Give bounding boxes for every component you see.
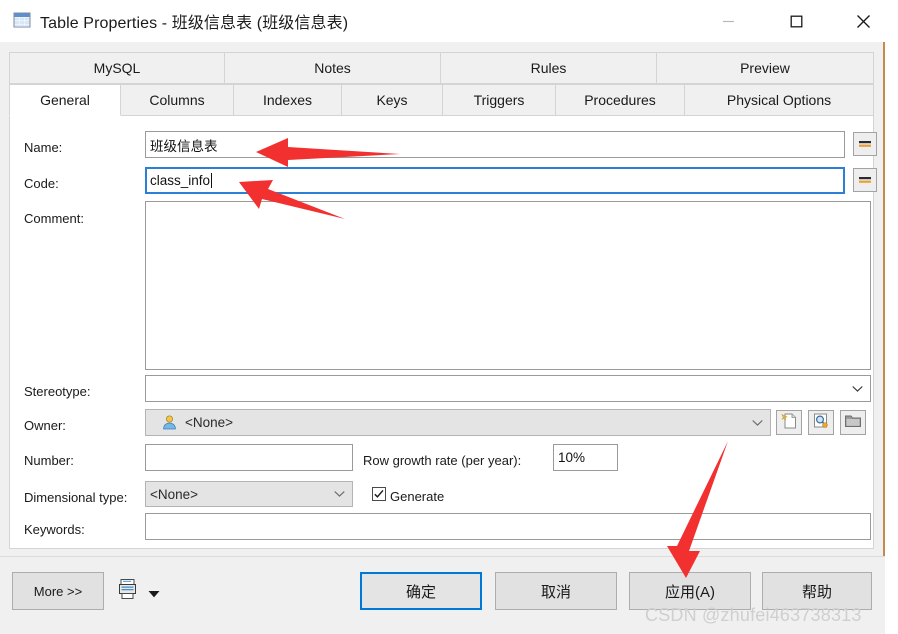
tab-general[interactable]: General bbox=[9, 84, 121, 116]
new-object-icon bbox=[780, 412, 798, 433]
code-equals-button[interactable] bbox=[853, 168, 877, 192]
tab-label: General bbox=[40, 92, 90, 108]
tab-physical-options[interactable]: Physical Options bbox=[685, 84, 874, 116]
text-caret bbox=[211, 173, 213, 188]
close-button[interactable] bbox=[840, 0, 886, 42]
tab-preview[interactable]: Preview bbox=[657, 52, 874, 84]
table-icon bbox=[13, 11, 31, 29]
tab-label: Preview bbox=[740, 60, 790, 76]
chevron-down-icon bbox=[752, 419, 763, 426]
apply-button-label: 应用(A) bbox=[665, 583, 715, 601]
tab-label: Columns bbox=[149, 92, 205, 108]
tab-procedures[interactable]: Procedures bbox=[556, 84, 685, 116]
window-title: Table Properties - 班级信息表 (班级信息表) bbox=[40, 15, 349, 32]
name-input-value: 班级信息表 bbox=[150, 138, 218, 154]
row-growth-value: 10% bbox=[558, 450, 586, 465]
open-object-icon bbox=[844, 412, 862, 433]
tab-keys[interactable]: Keys bbox=[342, 84, 443, 116]
chevron-down-icon bbox=[334, 491, 345, 497]
name-equals-button[interactable] bbox=[853, 132, 877, 156]
equals-icon bbox=[859, 177, 871, 183]
tab-label: MySQL bbox=[93, 60, 141, 76]
csdn-watermark: CSDN @zhufei463738313 bbox=[645, 605, 862, 625]
more-button[interactable]: More >> bbox=[12, 572, 104, 610]
title-bar: Table Properties - 班级信息表 (班级信息表) bbox=[0, 0, 885, 42]
cancel-button[interactable]: 取消 bbox=[495, 572, 617, 610]
code-input-value: class_info bbox=[150, 173, 211, 188]
tab-row-bottom: General Columns Indexes Keys Triggers Pr… bbox=[9, 84, 874, 116]
ok-button-label: 确定 bbox=[405, 583, 436, 601]
help-button-label: 帮助 bbox=[801, 583, 832, 601]
dimensional-type-combo[interactable]: <None> bbox=[145, 481, 353, 507]
owner-value: <None> bbox=[185, 415, 234, 430]
name-label: Name: bbox=[24, 140, 63, 155]
code-label: Code: bbox=[24, 176, 59, 191]
window-right-gutter bbox=[887, 0, 898, 633]
tab-notes[interactable]: Notes bbox=[225, 52, 441, 84]
row-growth-label: Row growth rate (per year): bbox=[363, 453, 522, 468]
name-input[interactable]: 班级信息表 bbox=[145, 131, 845, 158]
tab-row-top: MySQL Notes Rules Preview bbox=[9, 52, 874, 84]
comment-label: Comment: bbox=[24, 211, 84, 226]
chevron-down-icon bbox=[852, 385, 863, 392]
generate-label: Generate bbox=[390, 489, 445, 504]
keywords-label: Keywords: bbox=[24, 522, 85, 537]
tab-triggers[interactable]: Triggers bbox=[443, 84, 556, 116]
tab-label: Keys bbox=[376, 92, 408, 108]
tab-indexes[interactable]: Indexes bbox=[234, 84, 342, 116]
tab-columns[interactable]: Columns bbox=[121, 84, 234, 116]
comment-textarea[interactable] bbox=[145, 201, 871, 370]
row-growth-input[interactable]: 10% bbox=[553, 444, 618, 471]
minimize-button[interactable] bbox=[705, 0, 751, 42]
tab-label: Procedures bbox=[584, 92, 656, 108]
tab-label: Physical Options bbox=[726, 92, 832, 108]
user-icon bbox=[162, 415, 177, 430]
more-button-label: More >> bbox=[33, 583, 83, 599]
maximize-icon bbox=[790, 15, 803, 28]
number-label: Number: bbox=[24, 453, 74, 468]
generate-checkbox[interactable] bbox=[372, 487, 386, 501]
chevron-down-icon[interactable] bbox=[148, 586, 160, 598]
ok-button[interactable]: 确定 bbox=[360, 572, 482, 610]
owner-combo[interactable]: <None> bbox=[145, 409, 771, 436]
dimensional-type-value: <None> bbox=[150, 486, 199, 502]
tab-strip: MySQL Notes Rules Preview General Column… bbox=[9, 52, 874, 116]
close-icon bbox=[856, 14, 871, 29]
keywords-input[interactable] bbox=[145, 513, 871, 540]
table-properties-dialog: Table Properties - 班级信息表 (班级信息表) MySQL N… bbox=[0, 0, 885, 634]
owner-label: Owner: bbox=[24, 418, 66, 433]
code-input[interactable]: class_info bbox=[145, 167, 845, 194]
tab-label: Notes bbox=[314, 60, 351, 76]
equals-icon bbox=[859, 141, 871, 147]
dimensional-type-label: Dimensional type: bbox=[24, 490, 128, 505]
owner-new-button[interactable] bbox=[776, 410, 802, 435]
minimize-icon bbox=[722, 15, 735, 28]
check-icon bbox=[374, 489, 384, 498]
tab-mysql[interactable]: MySQL bbox=[9, 52, 225, 84]
owner-open-button[interactable] bbox=[840, 410, 866, 435]
number-input[interactable] bbox=[145, 444, 353, 471]
tab-label: Indexes bbox=[262, 92, 313, 108]
cancel-button-label: 取消 bbox=[540, 583, 571, 601]
maximize-button[interactable] bbox=[773, 0, 819, 42]
print-report-icon[interactable] bbox=[118, 578, 138, 600]
tab-label: Triggers bbox=[473, 92, 525, 108]
tab-label: Rules bbox=[530, 60, 567, 76]
stereotype-label: Stereotype: bbox=[24, 384, 91, 399]
tab-rules[interactable]: Rules bbox=[441, 52, 657, 84]
owner-browse-button[interactable] bbox=[808, 410, 834, 435]
stereotype-combo[interactable] bbox=[145, 375, 871, 402]
browse-object-icon bbox=[812, 412, 830, 433]
general-tab-panel: Name: 班级信息表 Code: class_info Comment: St… bbox=[9, 116, 877, 549]
